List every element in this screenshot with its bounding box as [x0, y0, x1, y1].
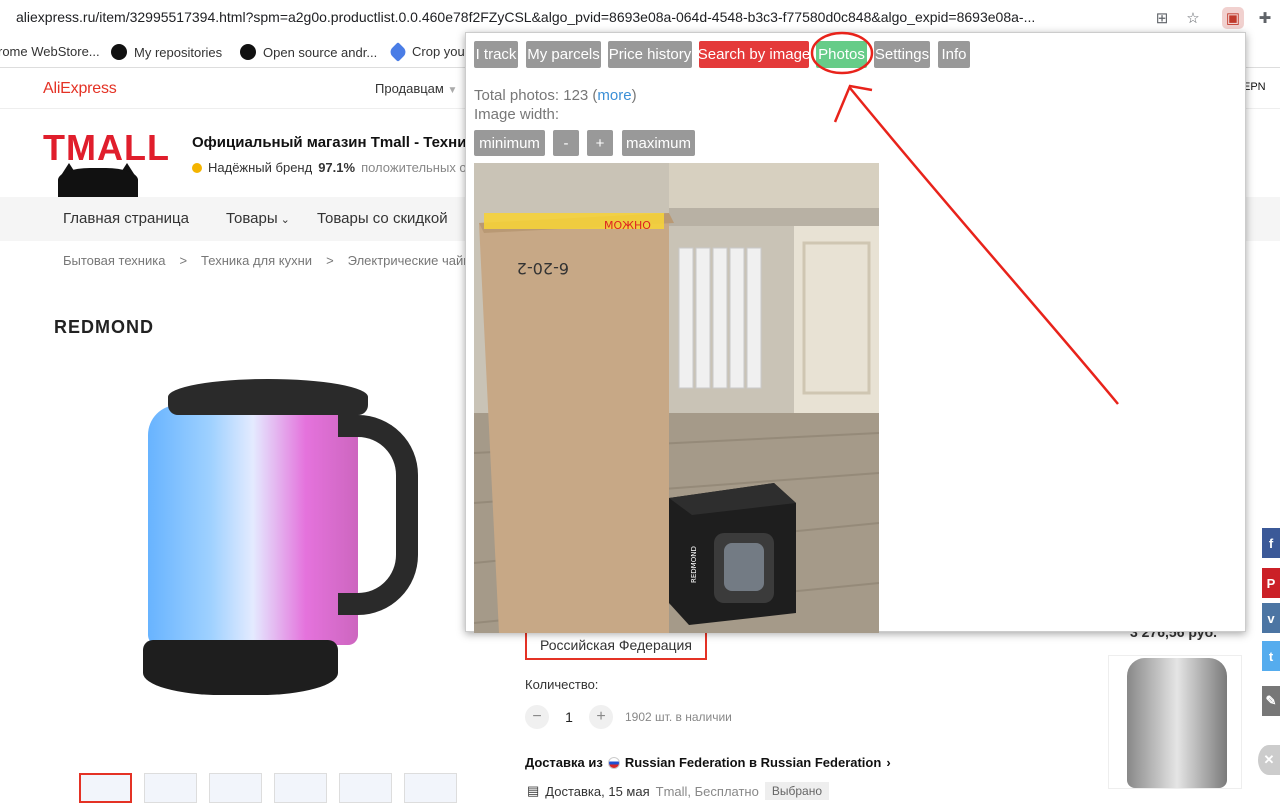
bookmark-label: My repositories — [134, 44, 223, 60]
close-icon[interactable]: ✕ — [1258, 745, 1280, 775]
breadcrumb-item[interactable]: Электрические чайни — [348, 253, 478, 268]
recommended-product[interactable] — [1108, 655, 1242, 789]
vk-icon[interactable]: v — [1262, 603, 1280, 633]
rating-suffix: положительных от — [361, 160, 473, 175]
thumbnail[interactable] — [404, 773, 457, 803]
thumbnail[interactable] — [209, 773, 262, 803]
url-text[interactable]: aliexpress.ru/item/32995517394.html?spm=… — [16, 9, 1141, 25]
tab-photos[interactable]: Photos — [816, 41, 867, 68]
delivery-info: ▤ Доставка, 15 мая Tmall, Бесплатно Выбр… — [527, 782, 829, 800]
breadcrumb-item[interactable]: Техника для кухни — [201, 253, 312, 268]
ship-route: Russian Federation в Russian Federation — [624, 755, 882, 770]
thumbnail[interactable] — [79, 773, 132, 803]
chevron-down-icon: ▼ — [447, 85, 458, 96]
bookmark-webstore[interactable]: rome WebStore... — [0, 44, 100, 59]
thumbnail[interactable] — [339, 773, 392, 803]
github-icon — [240, 44, 256, 60]
total-photos: Total photos: 123 (more) — [474, 87, 637, 104]
sellers-menu[interactable]: Продавцам ▼ — [375, 81, 457, 96]
tab-i-track[interactable]: I track — [474, 41, 518, 68]
twitter-icon[interactable]: t — [1262, 641, 1280, 671]
breadcrumb-separator: > — [179, 253, 188, 268]
total-photos-text: Total photos: 123 ( — [474, 87, 598, 104]
translate-icon[interactable]: ⊞ — [1151, 7, 1173, 29]
edit-icon[interactable]: ✎ — [1262, 686, 1280, 716]
sellers-label: Продавцам — [375, 81, 444, 96]
quantity-increase-button[interactable]: + — [589, 705, 613, 729]
total-photos-close: ) — [631, 87, 637, 104]
bookmark-label: Crop you — [412, 44, 465, 59]
nav-products-label: Товары — [226, 210, 278, 227]
box-tape-text: МОЖНО — [604, 219, 651, 232]
box-handwriting: 6-20-2 — [517, 259, 569, 278]
quantity-value[interactable]: 1 — [561, 709, 577, 725]
store-rating-line: Надёжный бренд 97.1% положительных от — [192, 160, 472, 175]
tab-price-history[interactable]: Price history — [608, 41, 692, 68]
delivery-date: Доставка, 15 мая — [545, 783, 650, 799]
ship-country-option[interactable]: Российская Федерация — [525, 629, 707, 660]
store-rating: 97.1% — [318, 160, 356, 175]
russia-flag-icon — [607, 756, 620, 769]
breadcrumb-separator: > — [326, 253, 334, 268]
width-increase-button[interactable]: + — [587, 130, 613, 156]
tab-my-parcels[interactable]: My parcels — [526, 41, 601, 68]
delivery-icon: ▤ — [527, 783, 540, 798]
facebook-icon[interactable]: f — [1262, 528, 1280, 558]
github-icon — [111, 44, 127, 60]
breadcrumb: Бытовая техника > Техника для кухни > Эл… — [63, 253, 478, 268]
width-minimum-button[interactable]: minimum — [474, 130, 545, 156]
bookmark-label: Open source andr... — [263, 44, 378, 60]
chevron-down-icon: ⌄ — [277, 214, 290, 226]
width-maximum-button[interactable]: maximum — [622, 130, 695, 156]
breadcrumb-item[interactable]: Бытовая техника — [63, 253, 165, 268]
brand-logo: REDMOND — [54, 317, 154, 337]
extensions-puzzle-icon[interactable]: ✚ — [1254, 7, 1276, 29]
aliexpress-logo[interactable]: AliExpress — [43, 80, 117, 98]
image-width-label: Image width: — [474, 106, 560, 123]
shipping-route[interactable]: Доставка из Russian Federation в Russian… — [525, 755, 891, 770]
bookmark-star-icon[interactable]: ☆ — [1182, 7, 1204, 29]
kettle-glass-body — [148, 405, 358, 645]
tab-settings[interactable]: Settings — [874, 41, 930, 68]
chevron-right-icon: › — [886, 755, 891, 770]
trusted-badge-icon — [192, 162, 202, 173]
bookmark-open-source[interactable]: Open source andr... — [240, 44, 377, 60]
kettle-base — [143, 640, 338, 695]
quantity-decrease-button[interactable]: − — [525, 705, 549, 729]
bookmark-my-repositories[interactable]: My repositories — [111, 44, 222, 60]
delivery-carrier: Tmall, Бесплатно — [655, 783, 759, 799]
nav-products[interactable]: Товары ⌄ — [226, 210, 290, 227]
bookmark-label: rome WebStore... — [0, 44, 100, 59]
store-title[interactable]: Официальный магазин Tmall - Техни — [192, 134, 466, 151]
bookmark-crop[interactable]: Crop you — [388, 41, 465, 62]
width-decrease-button[interactable]: - — [553, 130, 579, 156]
extension-popup: I track My parcels Price history Search … — [465, 32, 1246, 633]
product-main-image[interactable] — [138, 375, 428, 705]
kettle-lid — [168, 379, 368, 415]
small-box-brand: REDMOND — [690, 546, 698, 583]
dropbox-icon — [388, 41, 408, 62]
tab-search-by-image[interactable]: Search by image — [698, 41, 810, 68]
product-thumbnails — [79, 773, 457, 803]
trusted-brand-label: Надёжный бренд — [208, 160, 313, 175]
kettle-handle — [338, 415, 418, 615]
parcel-extension-icon[interactable]: ▣ — [1222, 7, 1244, 29]
nav-home[interactable]: Главная страница — [63, 210, 189, 227]
quantity-label: Количество: — [525, 677, 599, 692]
chosen-badge: Выбрано — [764, 782, 829, 800]
tmall-cat-icon — [58, 168, 138, 198]
nav-discounts[interactable]: Товары со скидкой — [317, 210, 448, 227]
thumbnail[interactable] — [274, 773, 327, 803]
ship-from-label: Доставка из — [525, 755, 603, 770]
tab-info[interactable]: Info — [938, 41, 970, 68]
steel-kettle-image — [1127, 658, 1227, 788]
thumbnail[interactable] — [144, 773, 197, 803]
quantity-stepper: − 1 + 1902 шт. в наличии — [525, 705, 732, 729]
customer-photo-drawing: МОЖНО 6-20-2 REDMOND — [474, 163, 879, 633]
more-link[interactable]: more — [597, 87, 631, 104]
customer-photo[interactable]: МОЖНО 6-20-2 REDMOND — [474, 163, 879, 633]
pinterest-icon[interactable]: P — [1262, 568, 1280, 598]
stock-count: 1902 шт. в наличии — [625, 710, 732, 724]
browser-url-bar[interactable]: aliexpress.ru/item/32995517394.html?spm=… — [0, 0, 1280, 36]
